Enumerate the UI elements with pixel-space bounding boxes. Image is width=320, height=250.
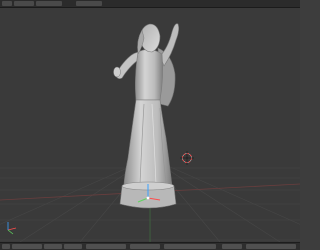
3d-view-header [0,242,300,250]
editor-type-icon[interactable] [2,1,12,6]
scene-selector[interactable] [76,1,102,6]
info-header [0,0,300,8]
pivot-selector[interactable] [130,244,160,249]
mode-selector[interactable] [86,244,126,249]
snap-toggle[interactable] [222,244,242,249]
render-menu[interactable] [36,1,62,6]
3d-cursor-icon[interactable] [180,151,194,165]
axis-orientation-icon [7,222,17,235]
file-menu[interactable] [14,1,34,6]
layer-buttons[interactable] [164,244,216,249]
3d-viewport[interactable] [0,8,300,242]
statue-mesh[interactable] [113,23,179,209]
select-menu[interactable] [44,244,62,249]
object-menu[interactable] [64,244,82,249]
view-menu[interactable] [12,244,42,249]
viewport-canvas[interactable] [0,8,300,242]
render-preview-button[interactable] [246,244,296,249]
editor-type-button[interactable] [2,244,10,249]
